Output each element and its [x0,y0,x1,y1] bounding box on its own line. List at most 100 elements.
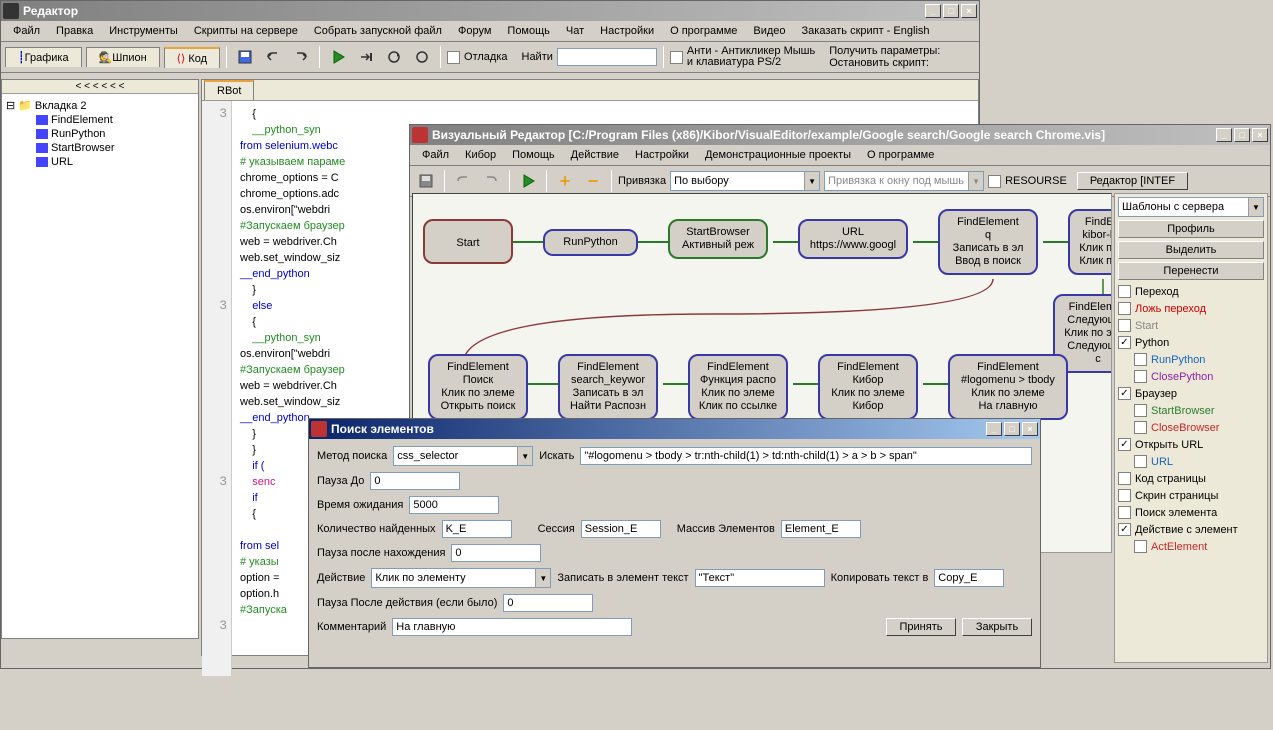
close-button[interactable]: Закрыть [962,618,1032,636]
step-icon[interactable] [354,45,378,69]
node-findelement-search[interactable]: FindElementПоискКлик по элемеОткрыть пои… [428,354,528,420]
menu-edit[interactable]: Правка [48,23,101,39]
node-findelement-kibor2[interactable]: FindElementКиборКлик по элемеКибор [818,354,918,420]
action-dropdown[interactable]: Клик по элементу▼ [371,568,551,588]
wait-input[interactable] [409,496,499,514]
maximize-button[interactable]: □ [1004,422,1020,436]
chk-pagecode[interactable] [1118,472,1131,485]
profile-button[interactable]: Профиль [1118,220,1264,238]
node-runpython[interactable]: RunPython [543,229,638,256]
comment-input[interactable] [392,618,632,636]
copy-input[interactable] [934,569,1004,587]
tree-item[interactable]: RunPython [6,127,194,141]
menu-video[interactable]: Видео [745,23,793,39]
anti-checkbox[interactable] [670,51,683,64]
menu-settings[interactable]: Настройки [592,23,662,39]
save-icon[interactable] [233,45,257,69]
chk-python[interactable]: ✓ [1118,336,1131,349]
tree-item[interactable]: FindElement [6,113,194,127]
maximize-button[interactable]: □ [1234,128,1250,142]
tree-root[interactable]: ⊟📁Вкладка 2 [6,98,194,113]
tree-collapse[interactable]: < < < < < < [2,80,198,94]
close-button[interactable]: × [1252,128,1268,142]
minimize-button[interactable]: _ [1216,128,1232,142]
code-tab[interactable]: RBot [204,80,254,100]
tab-graphics[interactable]: ┊Графика [5,47,82,67]
menu-help[interactable]: Помощь [499,23,558,39]
loop-icon[interactable] [382,45,406,69]
plus-icon[interactable]: + [553,169,577,193]
node-findelement-logo[interactable]: FindElement#logomenu > tbodyКлик по элем… [948,354,1068,420]
binding2-dropdown[interactable]: Привязка к окну под мышь▼ [824,171,984,191]
chk-start[interactable] [1118,319,1131,332]
node-start[interactable]: Start [423,219,513,264]
undo-icon[interactable] [451,169,475,193]
loop2-icon[interactable] [410,45,434,69]
menu-chat[interactable]: Чат [558,23,592,39]
menu-order[interactable]: Заказать скрипт - English [794,23,938,39]
node-findelement-q[interactable]: FindElementqЗаписать в элВвод в поиск [938,209,1038,275]
node-findelement-keyword[interactable]: FindElementsearch_keyworЗаписать в элНай… [558,354,658,420]
method-dropdown[interactable]: css_selector▼ [393,446,533,466]
pause-after-find-input[interactable] [451,544,541,562]
pause-after-input[interactable] [503,594,593,612]
menu-file[interactable]: Файл [5,23,48,39]
array-input[interactable] [781,520,861,538]
redo-icon[interactable] [479,169,503,193]
minimize-button[interactable]: _ [925,4,941,18]
maximize-button[interactable]: □ [943,4,959,18]
resource-checkbox[interactable] [988,175,1001,188]
tree-item[interactable]: StartBrowser [6,141,194,155]
chk-browser[interactable]: ✓ [1118,387,1131,400]
minus-icon[interactable]: − [581,169,605,193]
chk-closebr[interactable] [1134,421,1147,434]
menu-tools[interactable]: Инструменты [101,23,186,39]
session-input[interactable] [581,520,661,538]
chk-pageshot[interactable] [1118,489,1131,502]
menu-build[interactable]: Собрать запускной файл [306,23,450,39]
tree-item[interactable]: URL [6,155,194,169]
binding-dropdown[interactable]: По выбору▼ [670,171,820,191]
chk-closepy[interactable] [1134,370,1147,383]
write-input[interactable] [695,569,825,587]
vmenu-action[interactable]: Действие [563,147,627,163]
vmenu-about[interactable]: О программе [859,147,942,163]
undo-icon[interactable] [261,45,285,69]
vmenu-help[interactable]: Помощь [504,147,563,163]
save-icon[interactable] [414,169,438,193]
vmenu-file[interactable]: Файл [414,147,457,163]
close-button[interactable]: × [1022,422,1038,436]
chk-action[interactable]: ✓ [1118,523,1131,536]
find-input[interactable] [557,48,657,66]
chk-url[interactable] [1134,455,1147,468]
chk-transition[interactable] [1118,285,1131,298]
search-input[interactable] [580,447,1032,465]
pause-before-input[interactable] [370,472,460,490]
play-icon[interactable] [326,45,350,69]
chk-startbr[interactable] [1134,404,1147,417]
chk-runpy[interactable] [1134,353,1147,366]
editor-button[interactable]: Редактор [INTEF [1077,172,1188,190]
node-url[interactable]: URLhttps://www.googl [798,219,908,259]
node-startbrowser[interactable]: StartBrowserАктивный реж [668,219,768,259]
node-findelement-kibor[interactable]: FindElemerkibor-bot.corКлик по элемКлик … [1068,209,1112,275]
play-icon[interactable] [516,169,540,193]
debug-checkbox[interactable] [447,51,460,64]
tab-spy[interactable]: 🕵Шпион [86,47,160,67]
select-button[interactable]: Выделить [1118,241,1264,259]
close-button[interactable]: × [961,4,977,18]
menu-forum[interactable]: Форум [450,23,499,39]
chk-findel[interactable] [1118,506,1131,519]
node-findelement-func[interactable]: FindElementФункция распоКлик по элемеКли… [688,354,788,420]
tab-code[interactable]: ⟨⟩ Код [164,47,220,68]
accept-button[interactable]: Принять [886,618,956,636]
templates-dropdown[interactable]: Шаблоны с сервера▼ [1118,197,1264,217]
chk-false-trans[interactable] [1118,302,1131,315]
move-button[interactable]: Перенести [1118,262,1264,280]
menu-scripts[interactable]: Скрипты на сервере [186,23,306,39]
minimize-button[interactable]: _ [986,422,1002,436]
menu-about[interactable]: О программе [662,23,745,39]
chk-openurl[interactable]: ✓ [1118,438,1131,451]
chk-actel[interactable] [1134,540,1147,553]
count-input[interactable] [442,520,512,538]
